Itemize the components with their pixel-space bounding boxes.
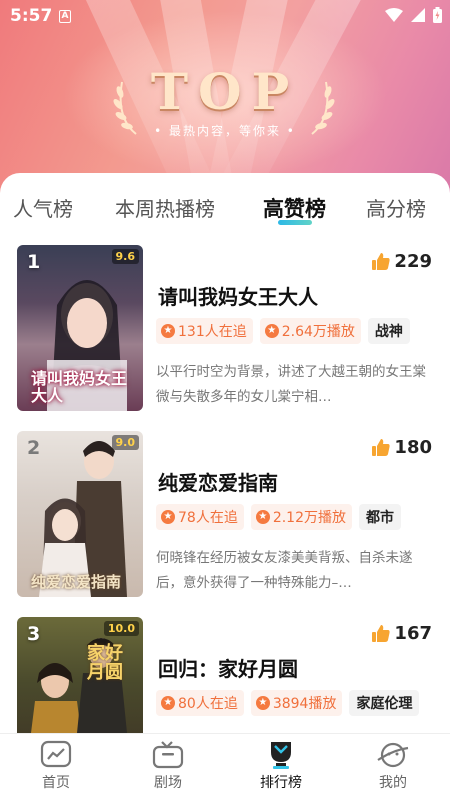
genre-tag: 家庭伦理: [349, 690, 420, 716]
hero-banner: 5:57 A TOP • 最热内容，等你来 •: [0, 0, 450, 200]
hero-subtitle: • 最热内容，等你来 •: [154, 124, 296, 138]
drama-cover[interactable]: 1 9.6 请叫我妈女王大人: [17, 245, 143, 411]
genre-tag: 都市: [359, 504, 401, 530]
followers-chip: ★ 131人在追: [156, 318, 253, 344]
like-count[interactable]: 229: [372, 251, 432, 272]
plays-text: 3894播放: [272, 696, 337, 712]
star-icon: ★: [161, 696, 175, 710]
star-icon: ★: [264, 324, 279, 338]
ranking-trophy-icon: [271, 742, 291, 769]
plays-text: 2.64万播放: [281, 324, 355, 340]
list-item[interactable]: 1 9.6 请叫我妈女王大人 229 请叫我妈女王大人 ★ 131人在追 ★ 2…: [0, 245, 450, 415]
notification-badge: A: [59, 10, 71, 23]
active-tab-indicator: [278, 220, 312, 225]
plays-chip: ★ 2.12万播放: [250, 504, 352, 530]
thumbs-up-icon: [372, 625, 391, 642]
cover-title: 请叫我妈女王大人: [31, 369, 128, 406]
signal-icon: [411, 8, 425, 22]
tag-row: ★ 131人在追 ★ 2.64万播放 战神: [156, 318, 410, 344]
drama-title[interactable]: 回归：家好月圆: [158, 653, 298, 682]
nav-home[interactable]: 首页: [21, 740, 91, 792]
nav-profile[interactable]: 我的: [358, 740, 428, 792]
bottom-navigation: 首页 剧场 排行榜 我的: [0, 733, 450, 800]
like-count-value: 167: [394, 623, 432, 644]
like-count[interactable]: 180: [372, 437, 432, 458]
followers-text: 80人在追: [178, 696, 238, 712]
like-count-value: 180: [394, 437, 432, 458]
star-icon: ★: [255, 510, 270, 524]
drama-description: 何晓锋在经历被女友漆美美背叛、自杀未遂后，意外获得了一种特殊能力–…: [156, 550, 413, 591]
nav-theater-label: 剧场: [154, 775, 182, 791]
star-icon: ★: [161, 510, 175, 524]
tab-weekly-hot[interactable]: 本周热播榜: [115, 193, 215, 222]
tag-row: ★ 78人在追 ★ 2.12万播放 都市: [156, 504, 401, 530]
ranking-tabs: 人气榜 本周热播榜 高赞榜 高分榜: [0, 173, 450, 235]
plays-chip: ★ 2.64万播放: [259, 318, 361, 344]
rank-number: 3: [27, 623, 41, 645]
drama-description: 以平行时空为背景，讲述了大越王朝的女王棠微与失散多年的女儿棠宁相…: [156, 364, 426, 405]
like-count-value: 229: [394, 251, 432, 272]
score-badge: 10.0: [103, 621, 139, 636]
cover-title: 纯爱恋爱指南: [31, 573, 122, 592]
plays-text: 2.12万播放: [272, 510, 346, 526]
followers-chip: ★ 78人在追: [156, 504, 244, 530]
hero-title: TOP: [150, 62, 300, 121]
followers-chip: ★ 80人在追: [156, 690, 244, 716]
thumbs-up-icon: [372, 439, 391, 456]
rank-number: 1: [27, 251, 41, 273]
tab-top-rated[interactable]: 高分榜: [366, 193, 426, 222]
star-icon: ★: [161, 324, 175, 338]
nav-profile-label: 我的: [379, 775, 407, 791]
genre-tag: 战神: [367, 318, 410, 344]
cover-title: 家好月圆: [87, 643, 123, 683]
wifi-icon: [385, 8, 403, 22]
list-item[interactable]: 2 9.0 纯爱恋爱指南 180 纯爱恋爱指南 ★ 78人在追 ★ 2.12万播…: [0, 431, 450, 601]
status-bar: 5:57 A: [0, 0, 450, 32]
tab-most-liked[interactable]: 高赞榜: [263, 193, 326, 223]
like-count[interactable]: 167: [372, 623, 432, 644]
nav-home-label: 首页: [42, 775, 70, 791]
tv-icon: [152, 741, 184, 769]
tab-popularity[interactable]: 人气榜: [13, 193, 73, 222]
star-icon: ★: [255, 696, 270, 710]
drama-title[interactable]: 纯爱恋爱指南: [158, 467, 278, 496]
score-badge: 9.0: [111, 435, 139, 450]
nav-theater[interactable]: 剧场: [133, 740, 203, 792]
thumbs-up-icon: [372, 253, 391, 270]
tag-row: ★ 80人在追 ★ 3894播放 家庭伦理: [156, 690, 420, 716]
followers-text: 78人在追: [178, 510, 238, 526]
nav-ranking[interactable]: 排行榜: [246, 740, 316, 792]
battery-icon: [433, 7, 442, 23]
followers-text: 131人在追: [178, 324, 247, 340]
drama-cover[interactable]: 2 9.0 纯爱恋爱指南: [17, 431, 143, 597]
drama-title[interactable]: 请叫我妈女王大人: [158, 281, 318, 310]
ranking-panel: 人气榜 本周热播榜 高赞榜 高分榜 1 9.6 请叫我妈女王大人 229 请叫我…: [0, 173, 450, 783]
profile-planet-icon: [377, 742, 409, 768]
plays-chip: ★ 3894播放: [250, 690, 343, 716]
nav-ranking-label: 排行榜: [260, 775, 302, 791]
home-chart-icon: [40, 740, 72, 768]
rank-number: 2: [27, 437, 41, 459]
score-badge: 9.6: [111, 249, 139, 264]
status-time: 5:57: [10, 6, 53, 26]
